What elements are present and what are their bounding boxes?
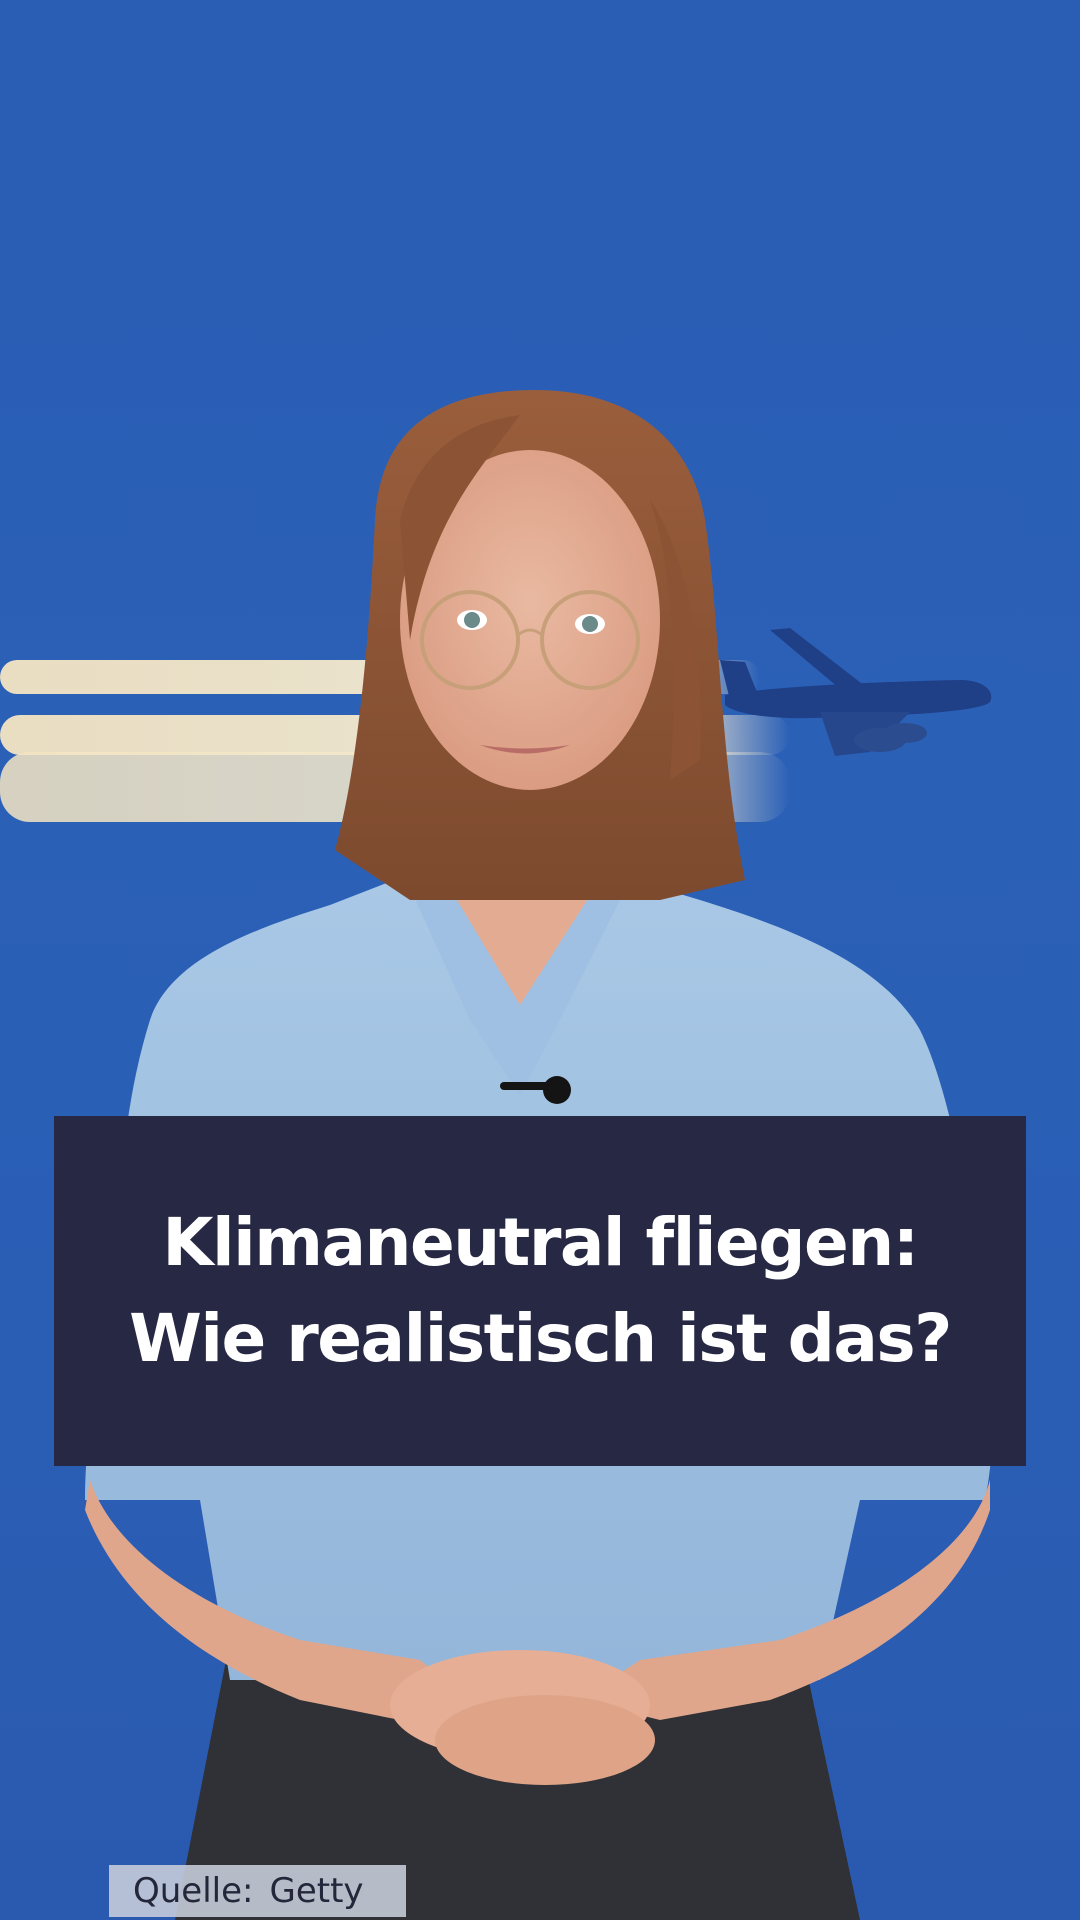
- source-credit: Quelle: Getty: [109, 1865, 406, 1917]
- title-caption: Klimaneutral fliegen: Wie realistisch is…: [54, 1116, 1026, 1466]
- background-scene: [0, 390, 995, 1920]
- title-line-2: Wie realistisch ist das?: [129, 1300, 952, 1377]
- video-frame: Klimaneutral fliegen: Wie realistisch is…: [0, 0, 1080, 1920]
- title-line-1: Klimaneutral fliegen:: [162, 1204, 919, 1281]
- source-value: Getty: [269, 1871, 364, 1911]
- source-label: Quelle:: [133, 1871, 254, 1911]
